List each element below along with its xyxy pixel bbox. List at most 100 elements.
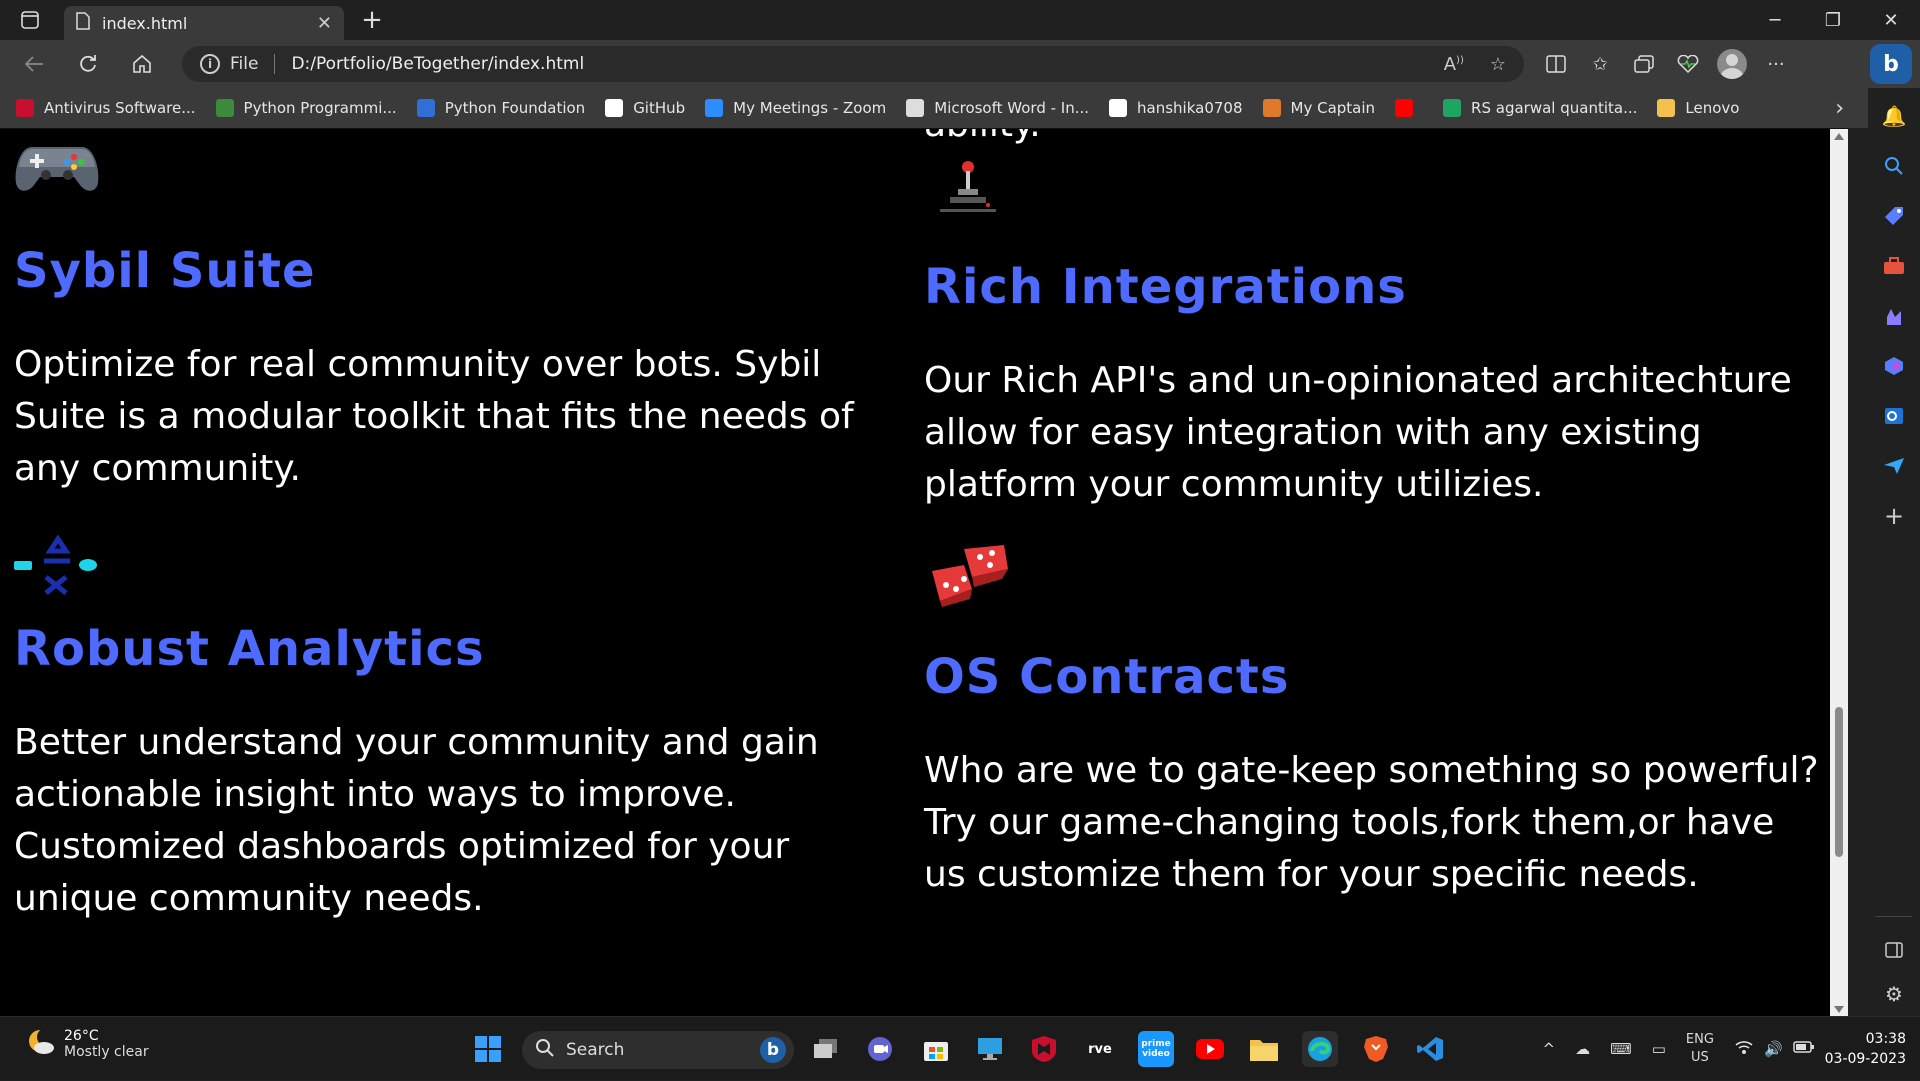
joystick-icon <box>936 159 1000 219</box>
scroll-down-icon[interactable] <box>1834 1006 1844 1013</box>
windows-taskbar: 26°C Mostly clear Search b rve primevide… <box>0 1016 1920 1080</box>
battery-icon[interactable] <box>1793 1040 1815 1058</box>
bookmark-item[interactable]: My Captain <box>1263 99 1376 117</box>
language-indicator[interactable]: ENG US <box>1686 1031 1714 1067</box>
microsoft-365-icon[interactable] <box>1878 350 1910 382</box>
onedrive-cloud-icon[interactable]: ☁ <box>1575 1040 1590 1058</box>
notifications-bell-icon[interactable]: 🔔 <box>1878 100 1910 132</box>
bookmark-label: Antivirus Software... <box>44 99 196 117</box>
taskbar-search[interactable]: Search b <box>522 1031 794 1069</box>
feature-title: Rich Integrations <box>924 259 1824 315</box>
read-aloud-icon[interactable]: A)) <box>1444 54 1464 75</box>
split-screen-icon[interactable] <box>1534 44 1578 84</box>
restore-button[interactable]: ❐ <box>1804 0 1862 40</box>
back-icon[interactable] <box>14 44 54 84</box>
games-icon[interactable] <box>1878 300 1910 332</box>
bookmark-item[interactable]: Antivirus Software... <box>16 99 196 117</box>
previous-text-fragment: ability. <box>924 128 1824 151</box>
tablet-mode-icon[interactable]: ▭ <box>1652 1040 1666 1058</box>
bookmark-item[interactable]: My Meetings - Zoom <box>705 99 886 117</box>
scrollbar-thumb[interactable] <box>1835 707 1843 857</box>
browser-essentials-icon[interactable] <box>1666 44 1710 84</box>
refresh-icon[interactable] <box>68 44 108 84</box>
mycaptain-icon <box>1263 99 1281 117</box>
profile-avatar[interactable] <box>1710 44 1754 84</box>
bookmark-item[interactable]: GitHub <box>605 99 685 117</box>
bookmark-item[interactable]: hanshika0708 <box>1109 99 1242 117</box>
bookmark-item[interactable]: RS agarwal quantita... <box>1443 99 1637 117</box>
url-scheme: File <box>230 54 258 74</box>
youtube-icon[interactable] <box>1192 1031 1228 1067</box>
file-explorer-icon[interactable] <box>1246 1031 1282 1067</box>
new-tab-button[interactable]: + <box>354 2 390 38</box>
address-bar[interactable]: i File D:/Portfolio/BeTogether/index.htm… <box>182 46 1524 82</box>
browser-tab[interactable]: index.html ✕ <box>64 6 344 40</box>
bookmark-item[interactable]: Lenovo <box>1657 99 1739 117</box>
wifi-icon[interactable] <box>1734 1039 1754 1059</box>
favorite-star-icon[interactable]: ☆ <box>1490 54 1506 75</box>
bookmark-label: My Captain <box>1291 99 1376 117</box>
add-sidebar-app-icon[interactable]: + <box>1878 500 1910 532</box>
bookmark-item[interactable] <box>1395 99 1423 117</box>
send-icon[interactable] <box>1878 450 1910 482</box>
bookmark-label: RS agarwal quantita... <box>1471 99 1637 117</box>
language-code: ENG <box>1686 1031 1714 1049</box>
controller-buttons-icon <box>14 535 100 597</box>
mcafee-icon[interactable] <box>1026 1031 1062 1067</box>
teams-chat-icon[interactable] <box>862 1031 898 1067</box>
feature-description: Our Rich API's and un-opinionated archit… <box>924 355 1824 511</box>
shopping-tag-icon[interactable] <box>1878 200 1910 232</box>
close-window-button[interactable]: ✕ <box>1862 0 1920 40</box>
tools-icon[interactable] <box>1878 250 1910 282</box>
vertical-scrollbar[interactable] <box>1830 129 1848 1016</box>
feature-title: Robust Analytics <box>14 621 914 677</box>
bing-icon: b <box>760 1037 786 1063</box>
bookmark-label: My Meetings - Zoom <box>733 99 886 117</box>
bookmark-label: hanshika0708 <box>1137 99 1242 117</box>
bookmark-item[interactable]: Python Foundation <box>417 99 586 117</box>
outlook-icon[interactable] <box>1878 400 1910 432</box>
weather-widget[interactable]: 26°C Mostly clear <box>26 1027 149 1061</box>
windows-start-icon[interactable] <box>470 1031 506 1067</box>
feature-description: Better understand your community and gai… <box>14 717 914 925</box>
feature-title: OS Contracts <box>924 649 1824 705</box>
sidebar-divider <box>1876 916 1912 917</box>
chevron-right-icon[interactable]: › <box>1835 96 1844 121</box>
more-options-icon[interactable]: ··· <box>1754 44 1798 84</box>
edge-browser-icon[interactable] <box>1302 1031 1338 1067</box>
taskbar-clock[interactable]: 03:38 03-09-2023 <box>1825 1029 1906 1069</box>
search-placeholder: Search <box>566 1040 624 1060</box>
task-view-icon[interactable] <box>808 1031 844 1067</box>
settings-gear-icon[interactable]: ⚙ <box>1878 978 1910 1010</box>
bookmark-item[interactable]: Microsoft Word - In... <box>906 99 1089 117</box>
search-icon[interactable] <box>1878 150 1910 182</box>
bookmarks-bar: Antivirus Software... Python Programmi...… <box>0 88 1920 128</box>
favorites-icon[interactable]: ✩ <box>1578 44 1622 84</box>
microsoft-store-icon[interactable] <box>918 1031 954 1067</box>
vscode-icon[interactable] <box>1412 1031 1448 1067</box>
tab-actions-icon[interactable] <box>10 0 50 40</box>
brave-browser-icon[interactable] <box>1358 1031 1394 1067</box>
reve-app-icon[interactable]: rve <box>1082 1031 1118 1067</box>
home-icon[interactable] <box>122 44 162 84</box>
url-text[interactable]: D:/Portfolio/BeTogether/index.html <box>291 54 1417 74</box>
collections-icon[interactable] <box>1622 44 1666 84</box>
bing-copilot-icon[interactable]: b <box>1870 44 1912 84</box>
google-drive-icon <box>1443 99 1461 117</box>
mcafee-icon <box>16 99 34 117</box>
prime-video-icon[interactable]: primevideo <box>1138 1031 1174 1067</box>
scroll-up-icon[interactable] <box>1834 133 1844 140</box>
hide-sidebar-icon[interactable] <box>1878 934 1910 966</box>
dice-icon <box>928 543 1012 609</box>
info-icon[interactable]: i <box>200 54 220 74</box>
minimize-button[interactable]: ─ <box>1746 0 1804 40</box>
clock-date: 03-09-2023 <box>1825 1049 1906 1069</box>
tab-close-icon[interactable]: ✕ <box>317 13 332 34</box>
browser-toolbar: i File D:/Portfolio/BeTogether/index.htm… <box>0 40 1920 88</box>
bookmark-item[interactable]: Python Programmi... <box>216 99 397 117</box>
remote-desktop-icon[interactable] <box>972 1031 1008 1067</box>
volume-icon[interactable]: 🔊 <box>1764 1040 1783 1058</box>
browser-titlebar: index.html ✕ + ─ ❐ ✕ <box>0 0 1920 40</box>
keyboard-icon[interactable]: ⌨ <box>1610 1040 1632 1058</box>
chevron-up-icon[interactable]: ^ <box>1543 1040 1556 1058</box>
